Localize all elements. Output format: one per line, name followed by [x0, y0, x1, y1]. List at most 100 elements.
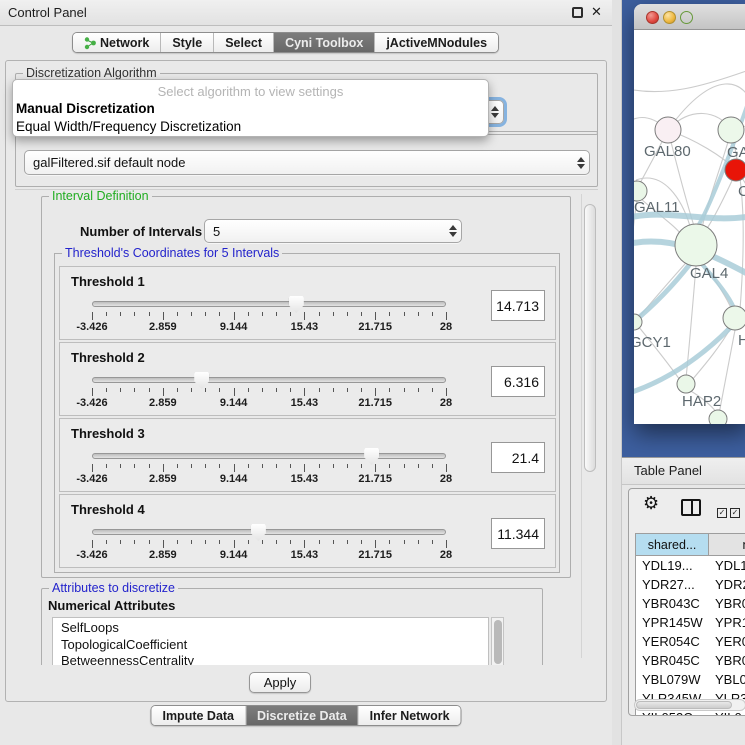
table-cell: YBL079W	[636, 670, 709, 689]
network-node[interactable]	[709, 410, 727, 424]
tab-select[interactable]: Select	[213, 33, 273, 52]
close-icon[interactable]: ✕	[591, 4, 602, 20]
table-data-combobox[interactable]: galFiltered.sif default node	[24, 150, 590, 175]
network-window-titlebar[interactable]	[634, 4, 745, 30]
table-horizontal-scrollbar[interactable]	[634, 699, 745, 711]
tab-jactivemnodules[interactable]: jActiveMNodules	[374, 33, 498, 52]
table-row[interactable]: YDR27...YDR2	[636, 575, 745, 594]
numerical-attributes-list[interactable]: SelfLoopsTopologicalCoefficientBetweenne…	[52, 617, 489, 665]
table-row[interactable]: YDL19...YDL1	[636, 556, 745, 575]
dropdown-option-equal-width-frequency-discretization[interactable]: Equal Width/Frequency Discretization	[13, 118, 488, 136]
threshold-value-field[interactable]: 21.4	[491, 442, 545, 473]
tab-label: Infer Network	[370, 709, 450, 723]
slider-track[interactable]	[92, 377, 446, 383]
table-row[interactable]: YER054CYER0	[636, 632, 745, 651]
control-panel-titlebar: Control Panel ✕	[0, 0, 612, 26]
slider-track[interactable]	[92, 529, 446, 535]
scrollbar-thumb[interactable]	[584, 204, 596, 472]
cyni-mode-tabs: Impute Data Discretize Data Infer Network	[150, 705, 461, 726]
tab-label: Network	[100, 36, 149, 50]
network-canvas[interactable]: GAL80GACGAL11GAL4GCY1HHAP2	[634, 30, 745, 424]
table-cell: YPR1	[709, 613, 745, 632]
combo-arrows-icon	[487, 106, 503, 118]
slider-ticks	[92, 540, 446, 548]
slider-thumb[interactable]	[289, 296, 304, 313]
zoom-traffic-icon[interactable]	[680, 11, 693, 24]
slider-track[interactable]	[92, 453, 446, 459]
interval-definition-group: Interval Definition Number of Intervals …	[41, 196, 571, 578]
tab-label: Impute Data	[162, 709, 234, 723]
threshold-slider[interactable]: -3.4262.8599.14415.4321.71528	[92, 525, 448, 565]
control-panel-tabs: Network Style Select Cyni Toolbox jActiveMNo…	[72, 32, 499, 53]
threshold-row-1: Threshold 1-3.4262.8599.14415.4321.71528…	[59, 266, 556, 340]
float-icon[interactable]	[572, 7, 583, 18]
network-node-label: HAP2	[682, 393, 721, 410]
table-row[interactable]: YBL079WYBL0	[636, 670, 745, 689]
close-traffic-icon[interactable]	[646, 11, 659, 24]
attributes-list-scrollbar[interactable]	[491, 617, 504, 665]
table-cell: YBR043C	[636, 594, 709, 613]
scrollbar-thumb[interactable]	[636, 701, 732, 709]
network-node-h[interactable]	[723, 306, 745, 330]
threshold-slider[interactable]: -3.4262.8599.14415.4321.71528	[92, 373, 448, 413]
slider-ticks	[92, 464, 446, 472]
network-edge[interactable]	[634, 70, 745, 92]
attributes-group-title: Attributes to discretize	[49, 581, 178, 595]
checkbox-icon[interactable]: ✓	[730, 508, 740, 518]
tab-label: jActiveMNodules	[386, 36, 487, 50]
table-cell: YBL0	[709, 670, 745, 689]
threshold-value-field[interactable]: 6.316	[491, 366, 545, 397]
tab-style[interactable]: Style	[160, 33, 213, 52]
minimize-traffic-icon[interactable]	[663, 11, 676, 24]
network-node-c[interactable]	[725, 159, 745, 181]
network-node-ga[interactable]	[718, 117, 744, 143]
attribute-list-item[interactable]: TopologicalCoefficient	[61, 637, 488, 654]
table-panel-title: Table Panel	[634, 463, 702, 478]
columns-icon[interactable]	[681, 499, 701, 516]
right-region: GAL80GACGAL11GAL4GCY1HHAP2 Table Panel ⚙…	[612, 0, 745, 745]
slider-ticks	[92, 388, 446, 396]
network-view-window[interactable]: GAL80GACGAL11GAL4GCY1HHAP2	[634, 4, 745, 424]
network-node-gal11[interactable]	[634, 181, 647, 201]
slider-thumb[interactable]	[194, 372, 209, 389]
slider-thumb[interactable]	[251, 524, 266, 541]
network-node-label: GA	[727, 144, 745, 161]
apply-button[interactable]: Apply	[249, 672, 311, 693]
number-of-intervals-combobox[interactable]: 5	[204, 219, 462, 243]
application-window: Control Panel ✕ Network Style Select Cyni T…	[0, 0, 745, 745]
threshold-label: Threshold 4	[71, 502, 145, 517]
column-header-1[interactable]: shared...	[636, 534, 709, 555]
network-node-label: GAL4	[690, 265, 728, 282]
network-node-label: C	[738, 183, 745, 200]
threshold-slider[interactable]: -3.4262.8599.14415.4321.71528	[92, 449, 448, 489]
table-row[interactable]: YBR045CYBR0	[636, 651, 745, 670]
threshold-value-field[interactable]: 14.713	[491, 290, 545, 321]
threshold-value-field[interactable]: 11.344	[491, 518, 545, 549]
tab-infer-network[interactable]: Infer Network	[358, 706, 461, 725]
dropdown-option-manual-discretization[interactable]: Manual Discretization	[13, 100, 488, 118]
tab-network[interactable]: Network	[73, 33, 160, 52]
gear-icon[interactable]: ⚙	[643, 493, 659, 514]
network-node-gal80[interactable]	[655, 117, 681, 143]
attribute-list-item[interactable]: SelfLoops	[61, 620, 488, 637]
tab-cyni-toolbox[interactable]: Cyni Toolbox	[273, 33, 374, 52]
attribute-list-item[interactable]: BetweennessCentrality	[61, 653, 488, 665]
attributes-to-discretize-group: Attributes to discretize Numerical Attri…	[41, 588, 543, 665]
tab-label: Select	[225, 36, 262, 50]
settings-vertical-scrollbar[interactable]	[581, 194, 596, 658]
tab-impute-data[interactable]: Impute Data	[151, 706, 245, 725]
network-edge-thick[interactable]	[634, 264, 690, 328]
slider-track[interactable]	[92, 301, 446, 307]
table-row[interactable]: YBR043CYBR0	[636, 594, 745, 613]
column-header-2[interactable]: n	[709, 534, 745, 555]
tab-discretize-data[interactable]: Discretize Data	[245, 706, 358, 725]
table-row[interactable]: YPR145WYPR1	[636, 613, 745, 632]
network-node-hap2[interactable]	[677, 375, 695, 393]
threshold-slider[interactable]: -3.4262.8599.14415.4321.71528	[92, 297, 448, 337]
panel-divider[interactable]	[612, 0, 622, 745]
network-node-gal4[interactable]	[675, 224, 717, 266]
checkbox-icon[interactable]: ✓	[717, 508, 727, 518]
dropdown-prompt-item[interactable]: Select algorithm to view settings	[13, 80, 488, 100]
numerical-attributes-label: Numerical Attributes	[48, 598, 175, 613]
slider-thumb[interactable]	[364, 448, 379, 465]
